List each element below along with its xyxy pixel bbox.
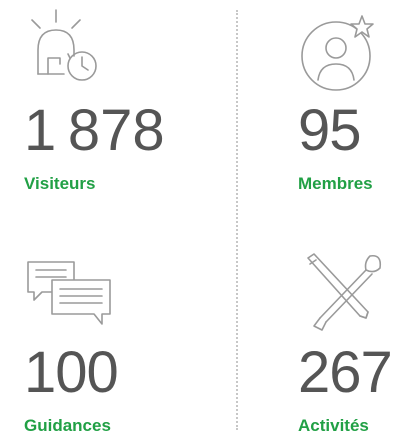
stat-activities: 267 Activités xyxy=(298,250,405,436)
user-star-icon xyxy=(300,8,390,98)
lamp-clock-icon xyxy=(24,8,114,98)
visitors-count: 1 878 xyxy=(24,98,166,163)
column-divider xyxy=(236,10,238,430)
members-count: 95 xyxy=(298,98,362,163)
members-label: Membres xyxy=(298,174,373,193)
activities-count: 267 xyxy=(298,340,393,405)
visitors-label: Visiteurs xyxy=(24,174,96,193)
guidances-label: Guidances xyxy=(24,416,111,435)
stat-members: 95 Membres xyxy=(298,8,405,194)
stat-visitors: 1 878 Visiteurs xyxy=(24,8,194,194)
stat-guidances: 100 Guidances xyxy=(24,250,194,436)
guidances-count: 100 xyxy=(24,340,119,405)
crossed-tools-icon xyxy=(300,250,390,340)
activities-label: Activités xyxy=(298,416,369,435)
chat-bubbles-icon xyxy=(24,250,114,340)
